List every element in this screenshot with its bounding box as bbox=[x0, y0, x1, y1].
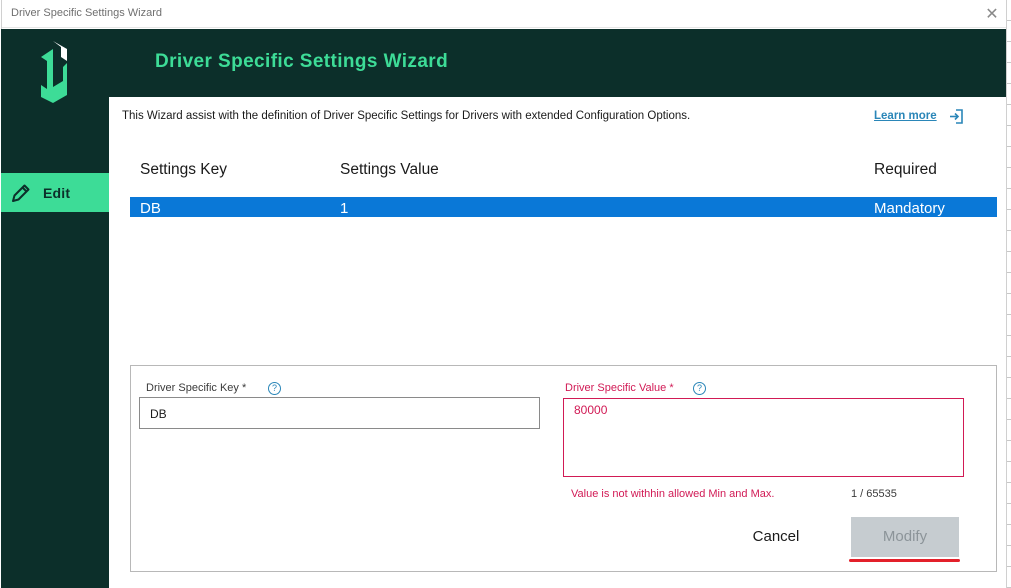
close-icon[interactable]: ✕ bbox=[982, 4, 1002, 24]
header: Driver Specific Settings Wizard bbox=[109, 29, 1006, 97]
wizard-description: This Wizard assist with the definition o… bbox=[122, 110, 691, 122]
cell-required: Mandatory bbox=[874, 200, 945, 217]
help-icon[interactable]: ? bbox=[268, 382, 281, 395]
character-counter: 1 / 65535 bbox=[851, 488, 897, 500]
table-row[interactable]: DB 1 Mandatory bbox=[130, 197, 997, 217]
sidebar-item-edit[interactable]: Edit bbox=[1, 173, 109, 212]
cancel-button[interactable]: Cancel bbox=[739, 524, 813, 550]
window-title: Driver Specific Settings Wizard bbox=[11, 7, 162, 19]
table-header: Settings Key Settings Value Required bbox=[130, 159, 997, 183]
column-header-key: Settings Key bbox=[140, 161, 228, 178]
cell-key: DB bbox=[140, 200, 161, 217]
edit-form: Driver Specific Key * ? DB Driver Specif… bbox=[130, 365, 997, 572]
sidebar-item-label: Edit bbox=[43, 185, 71, 201]
modify-button[interactable]: Modify bbox=[851, 517, 959, 557]
key-field-label: Driver Specific Key * bbox=[146, 382, 247, 394]
title-bar: Driver Specific Settings Wizard ✕ bbox=[2, 0, 1006, 28]
help-icon[interactable]: ? bbox=[693, 382, 706, 395]
value-field-label: Driver Specific Value * bbox=[565, 382, 674, 394]
highlight-underline bbox=[849, 559, 960, 562]
key-field[interactable]: DB bbox=[139, 397, 540, 429]
sidebar: Edit bbox=[1, 29, 109, 588]
learn-more-link[interactable]: Learn more bbox=[874, 110, 937, 122]
app-logo-icon bbox=[41, 41, 67, 103]
validation-error: Value is not withhin allowed Min and Max… bbox=[571, 488, 775, 500]
column-header-value: Settings Value bbox=[340, 161, 439, 178]
page-title: Driver Specific Settings Wizard bbox=[155, 51, 449, 72]
cell-value: 1 bbox=[340, 200, 349, 217]
main-content: This Wizard assist with the definition o… bbox=[109, 97, 1006, 588]
value-field[interactable]: 80000 bbox=[563, 398, 964, 477]
pencil-icon bbox=[12, 184, 30, 202]
column-header-required: Required bbox=[874, 161, 937, 178]
external-link-icon[interactable] bbox=[948, 108, 965, 125]
